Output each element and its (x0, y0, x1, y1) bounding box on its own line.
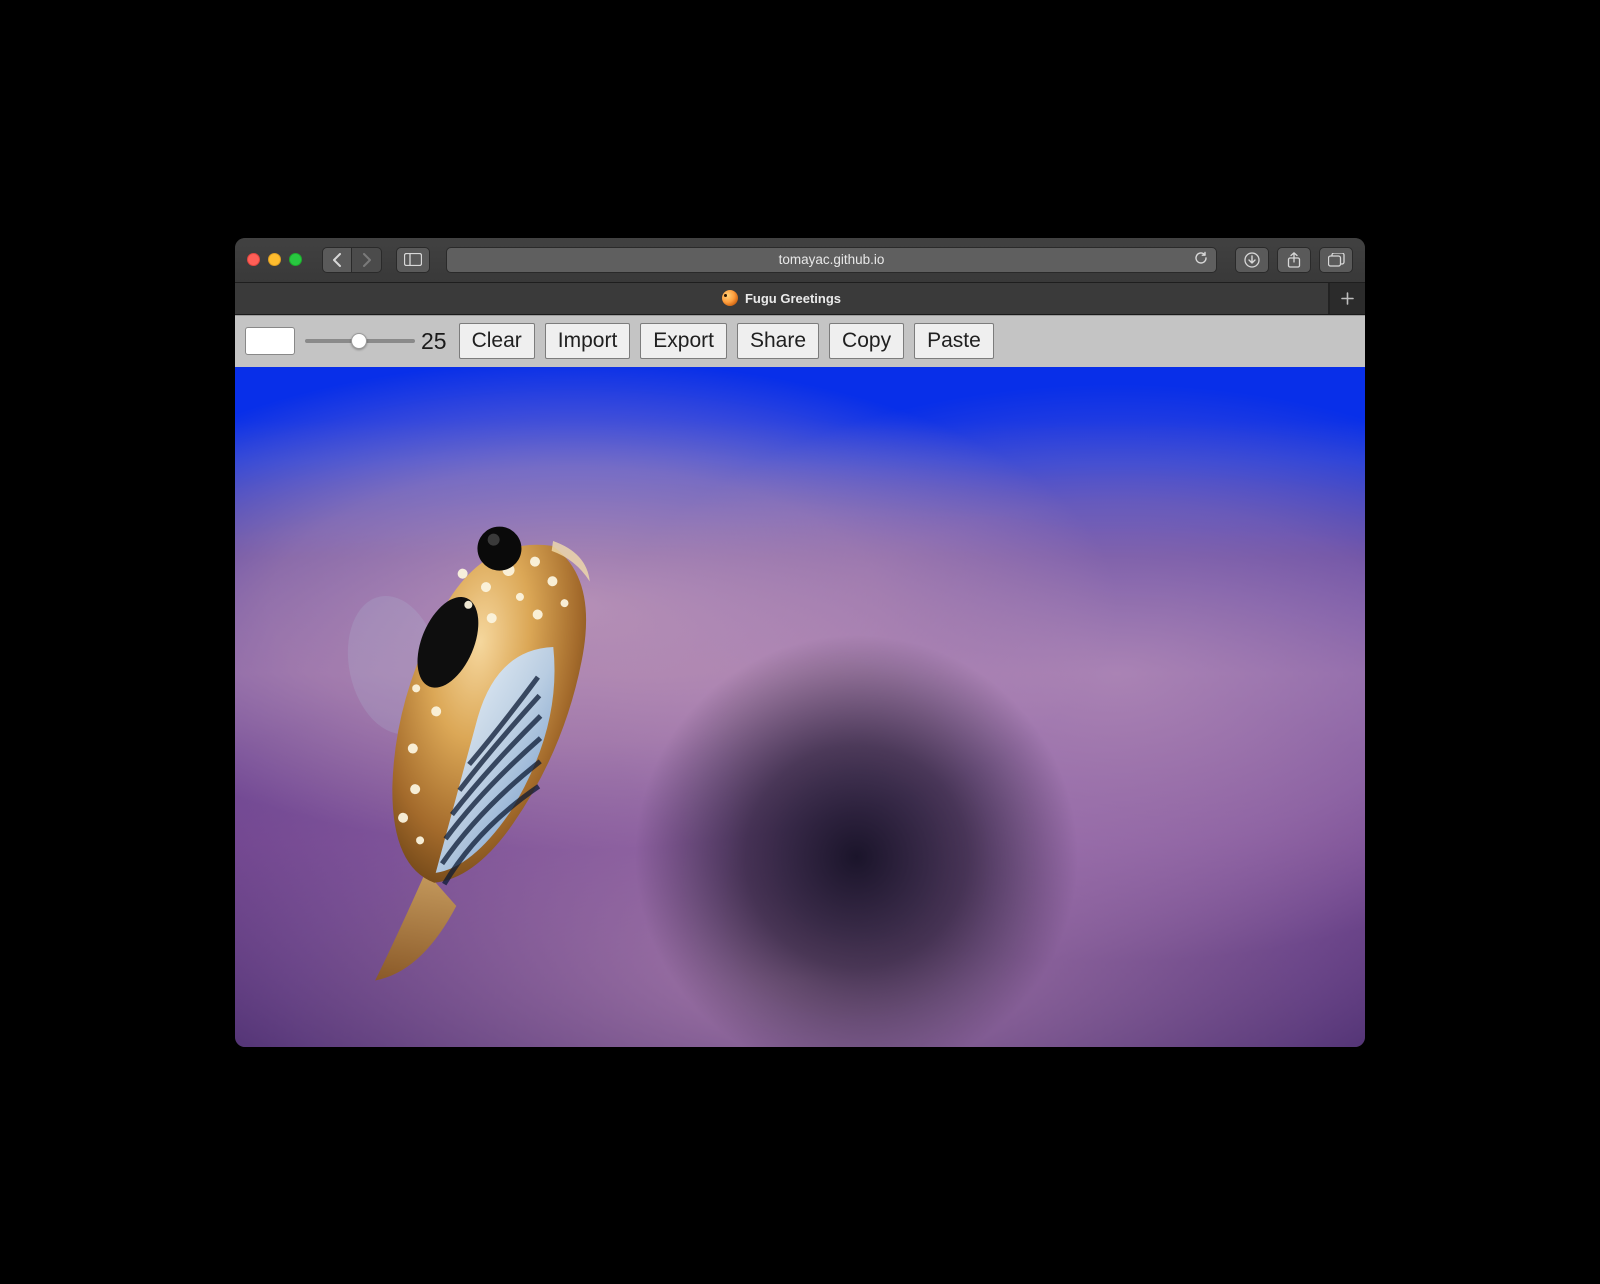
reload-icon (1194, 251, 1208, 265)
minimize-window-button[interactable] (268, 253, 281, 266)
color-picker[interactable] (245, 327, 295, 355)
copy-button[interactable]: Copy (829, 323, 904, 359)
brush-size-slider[interactable] (305, 339, 415, 343)
reload-button[interactable] (1194, 251, 1208, 268)
chevron-right-icon (362, 253, 372, 267)
brush-size-value: 25 (421, 328, 447, 355)
tab-fugu-greetings[interactable]: Fugu Greetings (235, 283, 1329, 314)
export-button[interactable]: Export (640, 323, 727, 359)
back-button[interactable] (322, 247, 352, 273)
nav-buttons (322, 247, 382, 273)
share-icon (1287, 252, 1301, 268)
tab-title: Fugu Greetings (745, 291, 841, 306)
forward-button[interactable] (352, 247, 382, 273)
fugu-favicon-icon (722, 290, 738, 306)
tab-bar: Fugu Greetings (235, 282, 1365, 315)
titlebar: tomayac.github.io (235, 238, 1365, 282)
clear-button[interactable]: Clear (459, 323, 535, 359)
import-button[interactable]: Import (545, 323, 631, 359)
paste-button[interactable]: Paste (914, 323, 994, 359)
brush-size-control: 25 (305, 328, 449, 355)
address-bar[interactable]: tomayac.github.io (446, 247, 1217, 273)
share-browser-button[interactable] (1277, 247, 1311, 273)
close-window-button[interactable] (247, 253, 260, 266)
sidebar-icon (404, 253, 422, 266)
safari-window: tomayac.github.io (235, 238, 1365, 1047)
window-controls (247, 253, 302, 266)
tabs-overview-button[interactable] (1319, 247, 1353, 273)
sidebar-toggle-button[interactable] (396, 247, 430, 273)
pufferfish-image (280, 457, 669, 1016)
fullscreen-window-button[interactable] (289, 253, 302, 266)
drawing-canvas[interactable] (235, 367, 1365, 1047)
chevron-left-icon (332, 253, 342, 267)
share-button[interactable]: Share (737, 323, 819, 359)
new-tab-button[interactable] (1329, 283, 1365, 314)
plus-icon (1341, 292, 1354, 305)
app-toolbar: 25 Clear Import Export Share Copy Paste (235, 315, 1365, 367)
tabs-icon (1328, 253, 1345, 267)
toolbar-right (1235, 247, 1353, 273)
download-icon (1244, 252, 1260, 268)
downloads-button[interactable] (1235, 247, 1269, 273)
url-text: tomayac.github.io (779, 252, 885, 267)
